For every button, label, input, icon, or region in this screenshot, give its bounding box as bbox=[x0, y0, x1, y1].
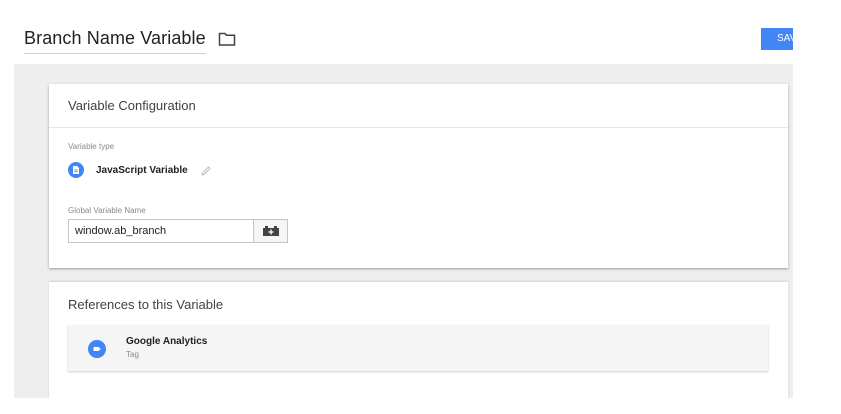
card-title: References to this Variable bbox=[68, 296, 224, 312]
global-variable-name-label: Global Variable Name bbox=[68, 206, 146, 215]
variable-type-label: Variable type bbox=[68, 142, 115, 151]
page-title[interactable]: Branch Name Variable bbox=[24, 28, 206, 54]
tag-icon bbox=[88, 340, 106, 358]
global-variable-name-input[interactable] bbox=[68, 219, 254, 243]
pencil-icon[interactable] bbox=[200, 164, 212, 176]
global-variable-name-field bbox=[68, 219, 288, 243]
title-wrap: Branch Name Variable bbox=[24, 28, 236, 54]
variable-type-name: JavaScript Variable bbox=[96, 164, 188, 176]
variable-type-row[interactable]: JavaScript Variable bbox=[68, 162, 212, 178]
variable-configuration-card[interactable]: Variable Configuration Variable type Jav… bbox=[49, 84, 788, 268]
brick-plus-icon bbox=[262, 226, 279, 236]
document-icon bbox=[68, 162, 84, 178]
folder-icon[interactable] bbox=[218, 31, 236, 47]
reference-name: Google Analytics bbox=[126, 336, 208, 347]
reference-item[interactable]: Google Analytics Tag bbox=[68, 325, 768, 371]
save-button[interactable]: SAVE bbox=[761, 28, 793, 50]
card-title: Variable Configuration bbox=[49, 84, 788, 128]
reference-type: Tag bbox=[126, 350, 139, 359]
references-card: References to this Variable Google Analy… bbox=[49, 282, 788, 398]
content-area: Variable Configuration Variable type Jav… bbox=[14, 64, 793, 398]
variable-picker-button[interactable] bbox=[254, 219, 288, 243]
header: Branch Name Variable SAVE bbox=[0, 0, 841, 64]
